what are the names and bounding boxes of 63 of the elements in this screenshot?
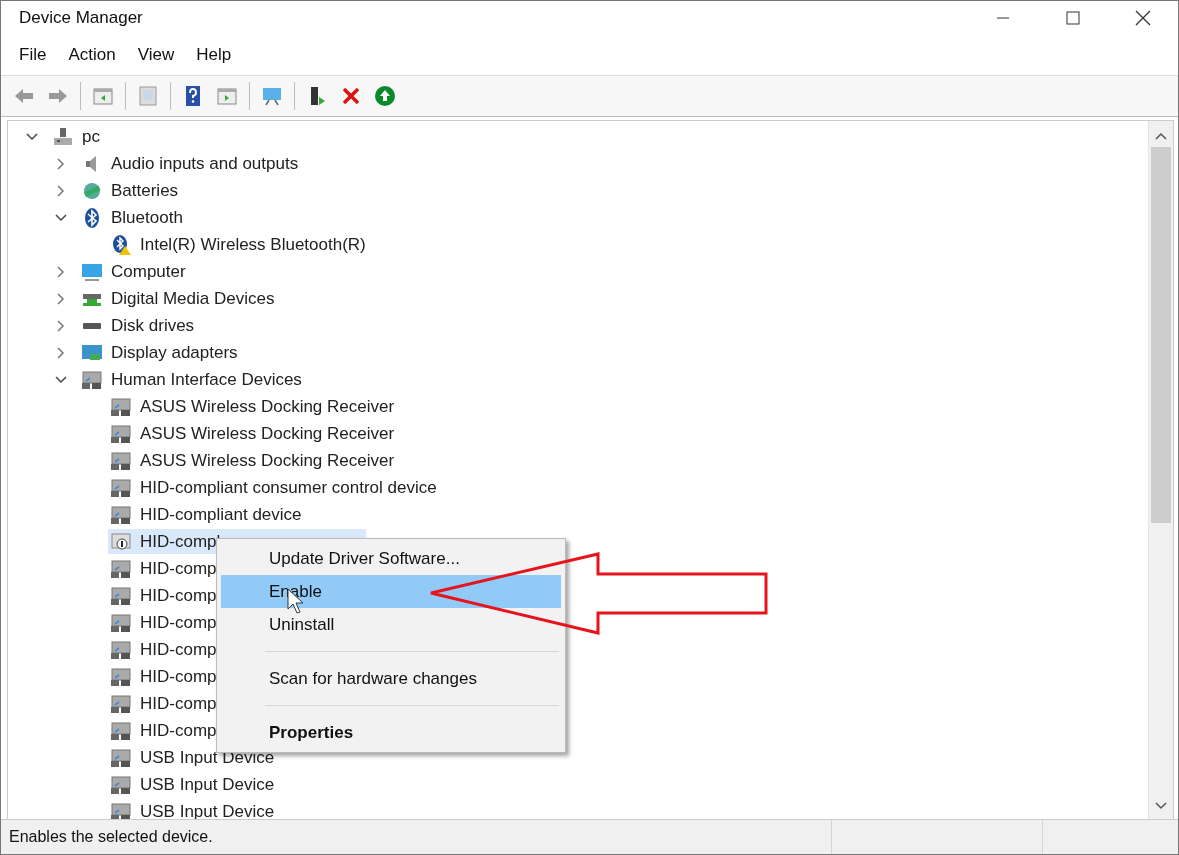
computer-tower-icon bbox=[52, 125, 74, 148]
tree-item[interactable]: Computer bbox=[79, 259, 188, 284]
tree-item[interactable]: HID-compliant device bbox=[108, 502, 304, 527]
input-device-icon bbox=[110, 719, 132, 742]
input-device-icon bbox=[110, 800, 132, 819]
properties-icon bbox=[137, 85, 159, 107]
input-device-icon bbox=[110, 557, 132, 580]
minimize-icon bbox=[996, 17, 1010, 19]
tree-item[interactable]: Display adapters bbox=[79, 340, 240, 365]
tree-item[interactable]: Bluetooth bbox=[79, 205, 185, 230]
tree-item[interactable]: Audio inputs and outputs bbox=[79, 151, 301, 176]
tree-item[interactable]: HID-compliant consumer control device bbox=[108, 475, 439, 500]
menu-item[interactable]: Help bbox=[186, 41, 242, 69]
context-menu-item[interactable]: Scan for hardware changes bbox=[221, 662, 561, 695]
input-device-icon bbox=[81, 368, 103, 391]
tree-item[interactable]: HID-comp bbox=[108, 610, 219, 635]
bluetooth-warning-icon bbox=[110, 233, 132, 256]
input-device-icon bbox=[110, 584, 132, 607]
tree-item[interactable]: USB Input Device bbox=[108, 772, 277, 797]
status-text: Enables the selected device. bbox=[8, 827, 214, 847]
tree-item[interactable]: HID-comp bbox=[108, 664, 219, 689]
input-device-icon bbox=[110, 395, 132, 418]
input-device-icon bbox=[110, 746, 132, 769]
network-monitor-icon bbox=[261, 85, 283, 107]
context-menu-item[interactable]: Properties bbox=[221, 716, 561, 749]
scroll-thumb[interactable] bbox=[1151, 147, 1171, 523]
tree-item[interactable]: Intel(R) Wireless Bluetooth(R) bbox=[108, 232, 368, 257]
tree-item[interactable]: Digital Media Devices bbox=[79, 286, 277, 311]
context-menu-item[interactable]: Uninstall bbox=[221, 608, 561, 641]
context-menu-item[interactable]: Update Driver Software... bbox=[221, 542, 561, 575]
scrollbar[interactable] bbox=[1148, 121, 1173, 819]
input-device-icon bbox=[110, 611, 132, 634]
close-icon bbox=[1135, 10, 1151, 26]
tree-item[interactable]: HID-comp bbox=[108, 583, 219, 608]
tree-item[interactable]: ASUS Wireless Docking Receiver bbox=[108, 421, 397, 446]
tree-item[interactable]: ASUS Wireless Docking Receiver bbox=[108, 448, 397, 473]
menu-item[interactable]: View bbox=[127, 41, 185, 69]
input-device-icon bbox=[110, 503, 132, 526]
tree-item[interactable]: HID-comp bbox=[108, 718, 219, 743]
tree-item[interactable]: Human Interface Devices bbox=[79, 367, 304, 392]
panel-icon bbox=[92, 85, 114, 107]
input-device-icon bbox=[110, 665, 132, 688]
close-icon bbox=[340, 85, 362, 107]
tree-item[interactable]: Disk drives bbox=[79, 313, 197, 338]
tree-item[interactable]: Batteries bbox=[79, 178, 181, 203]
input-device-icon bbox=[110, 422, 132, 445]
tree-item[interactable]: HID-comp bbox=[108, 556, 219, 581]
input-device-icon bbox=[110, 449, 132, 472]
tree-item[interactable]: pc bbox=[50, 124, 102, 149]
disabled-device-icon bbox=[110, 530, 132, 553]
input-device-icon bbox=[110, 638, 132, 661]
maximize-icon bbox=[1066, 11, 1080, 25]
disk-drive-icon bbox=[81, 321, 103, 330]
window-play-icon bbox=[216, 85, 238, 107]
menu-item[interactable]: File bbox=[9, 41, 57, 69]
menu-item[interactable]: Action bbox=[58, 41, 126, 69]
tree-item[interactable]: ASUS Wireless Docking Receiver bbox=[108, 394, 397, 419]
tree-item[interactable]: HID-comp bbox=[108, 637, 219, 662]
window-title: Device Manager bbox=[19, 8, 144, 28]
input-device-icon bbox=[110, 773, 132, 796]
input-device-icon bbox=[110, 692, 132, 715]
input-device-icon bbox=[110, 476, 132, 499]
tree-item[interactable]: HID-comp bbox=[108, 691, 219, 716]
